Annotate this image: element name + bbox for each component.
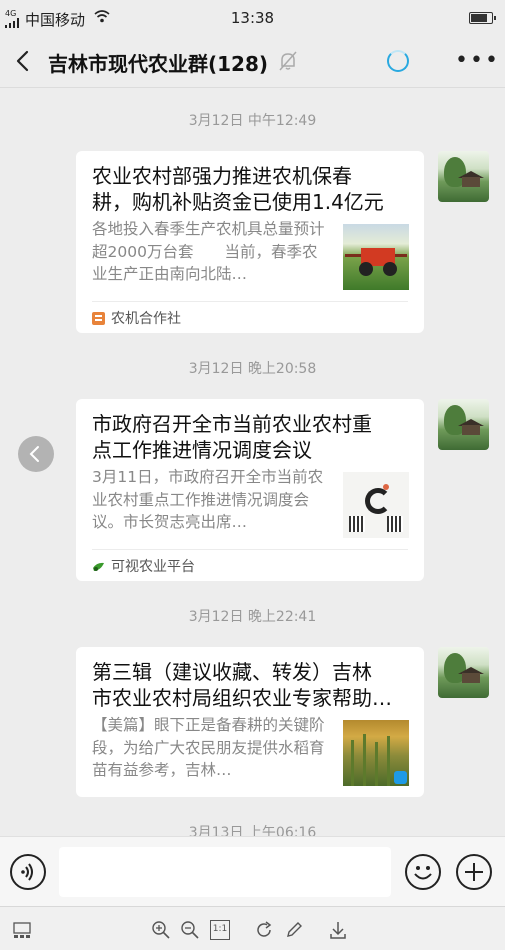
article-card[interactable]: 市政府召开全市当前农业农村重 点工作推进情况调度会议 3月11日，市政府召开全市… [76,399,424,581]
article-title-line: 点工作推进情况调度会议 [92,438,312,462]
zoom-in-icon[interactable] [151,920,171,940]
voice-input-button[interactable] [10,854,46,890]
more-functions-button[interactable] [456,854,492,890]
article-title-line: 市农业农村局组织农业专家帮助… [92,686,392,710]
article-title: 农业农村部强力推进农机保春 耕，购机补贴资金已使用1.4亿元 [92,163,410,215]
plus-icon [465,863,483,881]
article-source: 可视农业平台 [92,556,195,576]
article-title: 第三辑（建议收藏、转发）吉林 市农业农村局组织农业专家帮助… [92,659,410,711]
article-source-name: 农机合作社 [111,311,181,327]
thumbnail-view-icon[interactable] [12,920,32,940]
voice-icon [21,863,33,881]
chevron-left-icon [29,446,39,462]
chat-title: 吉林市现代农业群(128) [48,52,269,76]
chat-header: 吉林市现代农业群(128) ••• [0,36,505,88]
article-title-line: 市政府召开全市当前农业农村重 [92,412,372,436]
previous-page-button[interactable] [18,436,54,472]
article-thumbnail [343,224,409,290]
article-title: 市政府召开全市当前农业农村重 点工作推进情况调度会议 [92,411,410,463]
message-timestamp: 3月12日 晚上20:58 [188,361,317,377]
message-timestamp: 3月12日 晚上22:41 [188,609,317,625]
article-source-name: 可视农业平台 [111,559,195,575]
smiley-icon [414,866,432,880]
battery-icon [469,12,496,24]
message-timestamp: 3月12日 中午12:49 [188,113,317,129]
article-source: 农机合作社 [92,308,181,328]
sender-avatar[interactable] [438,151,489,202]
sender-avatar[interactable] [438,647,489,698]
message-input-bar [0,836,505,906]
status-bar: 4G 中国移动 13:38 [0,0,505,36]
battery-fill [471,14,488,22]
loading-spinner-icon [387,50,409,72]
viewer-toolbar: 1:1 [0,906,505,950]
card-divider [92,301,408,302]
article-description: 3月11日，市政府召开全市当前农业农村重点工作推进情况调度会议。市长贺志亮出席… [92,468,324,531]
actual-size-icon[interactable]: 1:1 [210,920,230,940]
sender-avatar[interactable] [438,399,489,450]
clock: 13:38 [230,9,275,27]
article-title-line: 农业农村部强力推进农机保春 [92,164,352,188]
article-card[interactable]: 第三辑（建议收藏、转发）吉林 市农业农村局组织农业专家帮助… 【美篇】眼下正是备… [76,647,424,797]
edit-pencil-icon[interactable] [284,920,304,940]
back-arrow-icon[interactable] [10,48,36,74]
article-thumbnail [343,472,409,538]
article-thumbnail [343,720,409,786]
article-card[interactable]: 农业农村部强力推进农机保春 耕，购机补贴资金已使用1.4亿元 各地投入春季生产农… [76,151,424,333]
meipian-badge-icon [394,771,407,784]
article-description: 【美篇】眼下正是备春耕的关键阶段，为给广大农民朋友提供水稻育苗有益参考，吉林… [92,716,325,779]
more-options-icon[interactable]: ••• [455,48,500,73]
article-title-line: 第三辑（建议收藏、转发）吉林 [92,660,372,684]
article-title-line: 耕，购机补贴资金已使用1.4亿元 [92,190,384,214]
rotate-icon[interactable] [254,920,274,940]
download-icon[interactable] [328,920,348,940]
message-input[interactable] [59,847,391,897]
mute-bell-icon [279,51,297,71]
article-description: 各地投入春季生产农机具总量预计超2000万台套 当前，春季农业生产正由南向北陆… [92,220,325,283]
source-logo-icon [93,562,104,571]
source-logo-icon [92,312,105,325]
emoji-button[interactable] [405,854,441,890]
zoom-out-icon[interactable] [180,920,200,940]
card-divider [92,549,408,550]
